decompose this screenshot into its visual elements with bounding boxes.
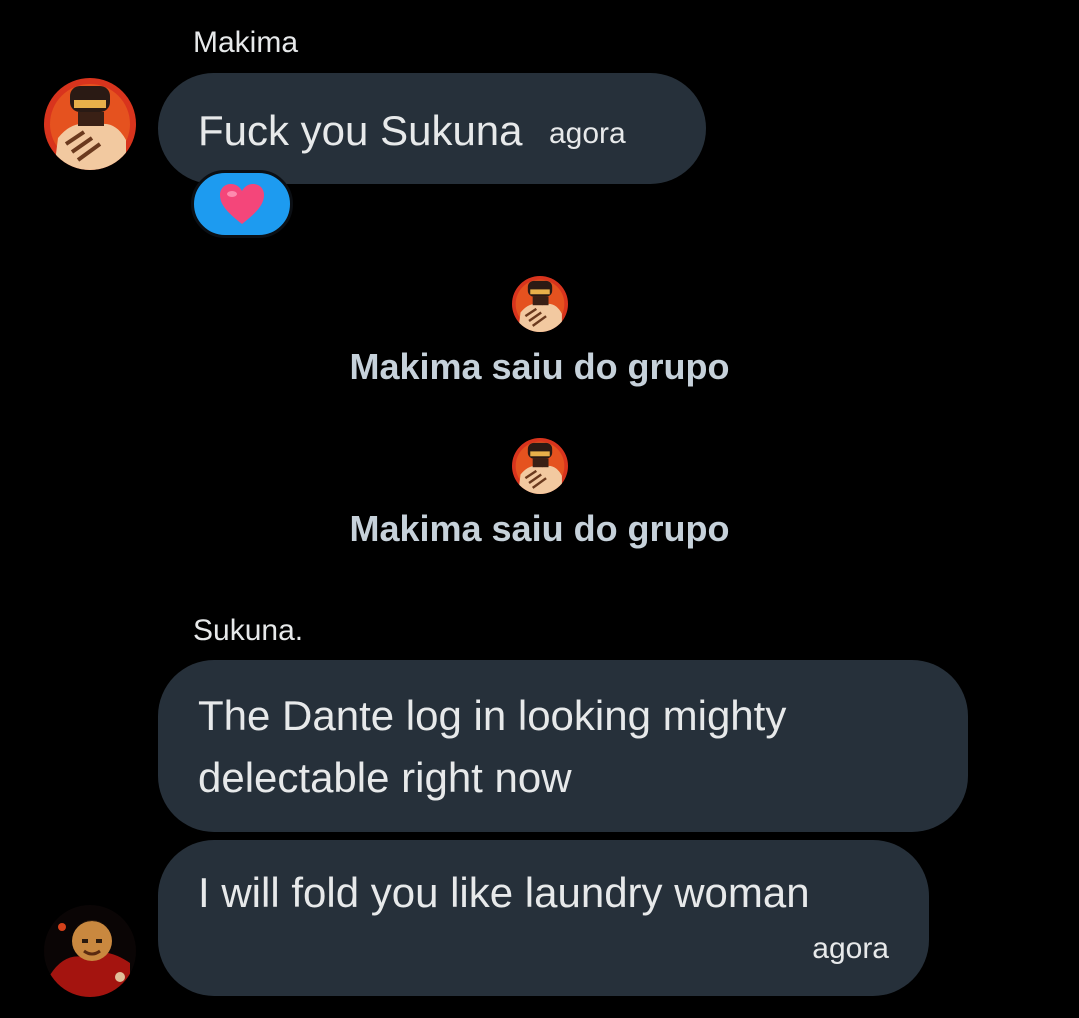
message-text: I will fold you like laundry woman: [198, 869, 810, 916]
message-bubble-sukuna-1[interactable]: The Dante log in looking mighty delectab…: [158, 660, 968, 832]
makima-avatar-art: [44, 78, 136, 170]
makima-avatar[interactable]: [44, 78, 136, 170]
sender-name-makima: Makima: [193, 26, 299, 59]
system-event-left-group: Makima saiu do grupo: [349, 346, 730, 387]
message-bubble-sukuna-2[interactable]: I will fold you like laundry woman agora: [158, 840, 929, 996]
system-avatar-2: [512, 438, 568, 494]
message-timestamp: agora: [548, 117, 626, 150]
sender-name-sukuna: Sukuna.: [193, 614, 304, 647]
message-text-line-2: delectable right now: [198, 754, 572, 801]
sukuna-avatar-art: [44, 905, 136, 997]
system-avatar-1: [512, 276, 568, 332]
message-text-line-1: The Dante log in looking mighty: [198, 692, 787, 739]
message-bubble-makima[interactable]: Fuck you Sukuna agora: [158, 73, 706, 184]
system-event-left-group: Makima saiu do grupo: [349, 508, 730, 549]
reaction-badge[interactable]: [191, 170, 293, 238]
heart-icon: [220, 184, 264, 224]
message-text: Fuck you Sukuna: [198, 107, 523, 154]
sukuna-avatar[interactable]: [44, 905, 136, 997]
message-timestamp: agora: [812, 932, 889, 965]
